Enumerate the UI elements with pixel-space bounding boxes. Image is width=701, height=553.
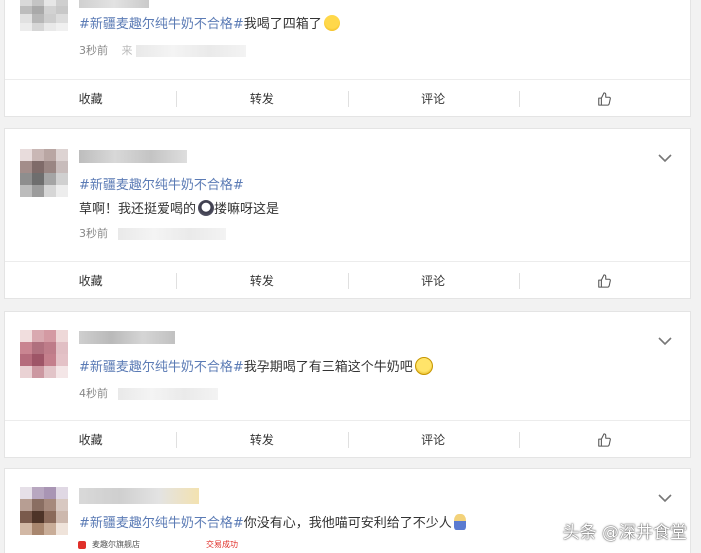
thumbs-up-icon (598, 92, 612, 106)
collect-button[interactable]: 收藏 (5, 80, 176, 118)
avatar[interactable] (20, 487, 68, 535)
avatar[interactable] (20, 149, 68, 197)
post-text: 草啊！我还挺爱喝的 (79, 202, 197, 217)
topic-link[interactable]: #新疆麦趣尔纯牛奶不合格# (79, 178, 244, 193)
watermark: 头条 @深井食堂 (562, 523, 687, 543)
like-button[interactable] (518, 262, 690, 300)
person-emoji (453, 514, 466, 530)
chevron-down-icon[interactable] (658, 493, 672, 503)
order-screenshot-strip[interactable]: 麦趣尔旗舰店 交易成功 (78, 536, 238, 553)
repost-button[interactable]: 转发 (176, 421, 347, 459)
post-time[interactable]: 3秒前 (79, 227, 108, 240)
chevron-down-icon[interactable] (658, 153, 672, 163)
collect-button[interactable]: 收藏 (5, 421, 176, 459)
like-button[interactable] (518, 421, 690, 459)
comment-button[interactable]: 评论 (347, 80, 519, 118)
username-blurred[interactable] (79, 150, 187, 163)
post-text-after: 搂嘛呀这是 (214, 202, 280, 217)
post-content: #新疆麦趣尔纯牛奶不合格#我喝了四箱了 (79, 15, 340, 34)
post-meta: 3秒前 来 (79, 42, 246, 58)
post-content: #新疆麦趣尔纯牛奶不合格#你没有心，我他喵可安利给了不少人 (79, 514, 466, 533)
topic-link[interactable]: #新疆麦趣尔纯牛奶不合格# (79, 360, 244, 375)
username-blurred[interactable] (79, 488, 199, 504)
comment-button[interactable]: 评论 (347, 262, 519, 300)
smiling-face-emoji (414, 357, 433, 375)
post-card: #新疆麦趣尔纯牛奶不合格#我喝了四箱了 3秒前 来 收藏 转发 评论 (4, 0, 691, 117)
shocked-face-emoji (198, 200, 215, 216)
avatar[interactable] (20, 0, 68, 31)
crying-face-emoji (323, 15, 340, 31)
action-bar: 收藏 转发 评论 (5, 261, 690, 299)
avatar[interactable] (20, 330, 68, 378)
source-char: 来 (121, 44, 133, 57)
chevron-down-icon[interactable] (658, 336, 672, 346)
thumbs-up-icon (598, 274, 612, 288)
repost-button[interactable]: 转发 (176, 262, 347, 300)
post-time[interactable]: 4秒前 (79, 387, 108, 400)
post-content: #新疆麦趣尔纯牛奶不合格#我孕期喝了有三箱这个牛奶吧 (79, 357, 433, 377)
order-status: 交易成功 (206, 540, 238, 549)
source-blurred (136, 45, 246, 57)
post-text: 我喝了四箱了 (243, 17, 322, 32)
shop-icon (78, 540, 86, 549)
username-blurred[interactable] (79, 331, 175, 344)
comment-button[interactable]: 评论 (347, 421, 519, 459)
post-text: 你没有心，我他喵可安利给了不少人 (243, 516, 452, 531)
post-content: #新疆麦趣尔纯牛奶不合格# 草啊！我还挺爱喝的 搂嘛呀这是 (79, 174, 279, 222)
post-text: 我孕期喝了有三箱这个牛奶吧 (243, 360, 413, 375)
repost-button[interactable]: 转发 (176, 80, 347, 118)
thumbs-up-icon (598, 433, 612, 447)
username-blurred[interactable] (79, 0, 149, 8)
shop-name: 麦趣尔旗舰店 (92, 540, 140, 549)
post-time[interactable]: 3秒前 (79, 44, 108, 57)
action-bar: 收藏 转发 评论 (5, 79, 690, 117)
collect-button[interactable]: 收藏 (5, 262, 176, 300)
post-card: #新疆麦趣尔纯牛奶不合格# 草啊！我还挺爱喝的 搂嘛呀这是 3秒前 收藏 转发 评… (4, 128, 691, 299)
action-bar: 收藏 转发 评论 (5, 420, 690, 458)
like-button[interactable] (518, 80, 690, 118)
topic-link[interactable]: #新疆麦趣尔纯牛奶不合格# (79, 17, 244, 32)
post-card: #新疆麦趣尔纯牛奶不合格#我孕期喝了有三箱这个牛奶吧 4秒前 收藏 转发 评论 (4, 311, 691, 458)
post-meta: 4秒前 (79, 385, 218, 401)
source-blurred (117, 228, 226, 240)
post-meta: 3秒前 (79, 225, 226, 241)
topic-link[interactable]: #新疆麦趣尔纯牛奶不合格# (79, 516, 244, 531)
source-blurred (117, 388, 218, 400)
